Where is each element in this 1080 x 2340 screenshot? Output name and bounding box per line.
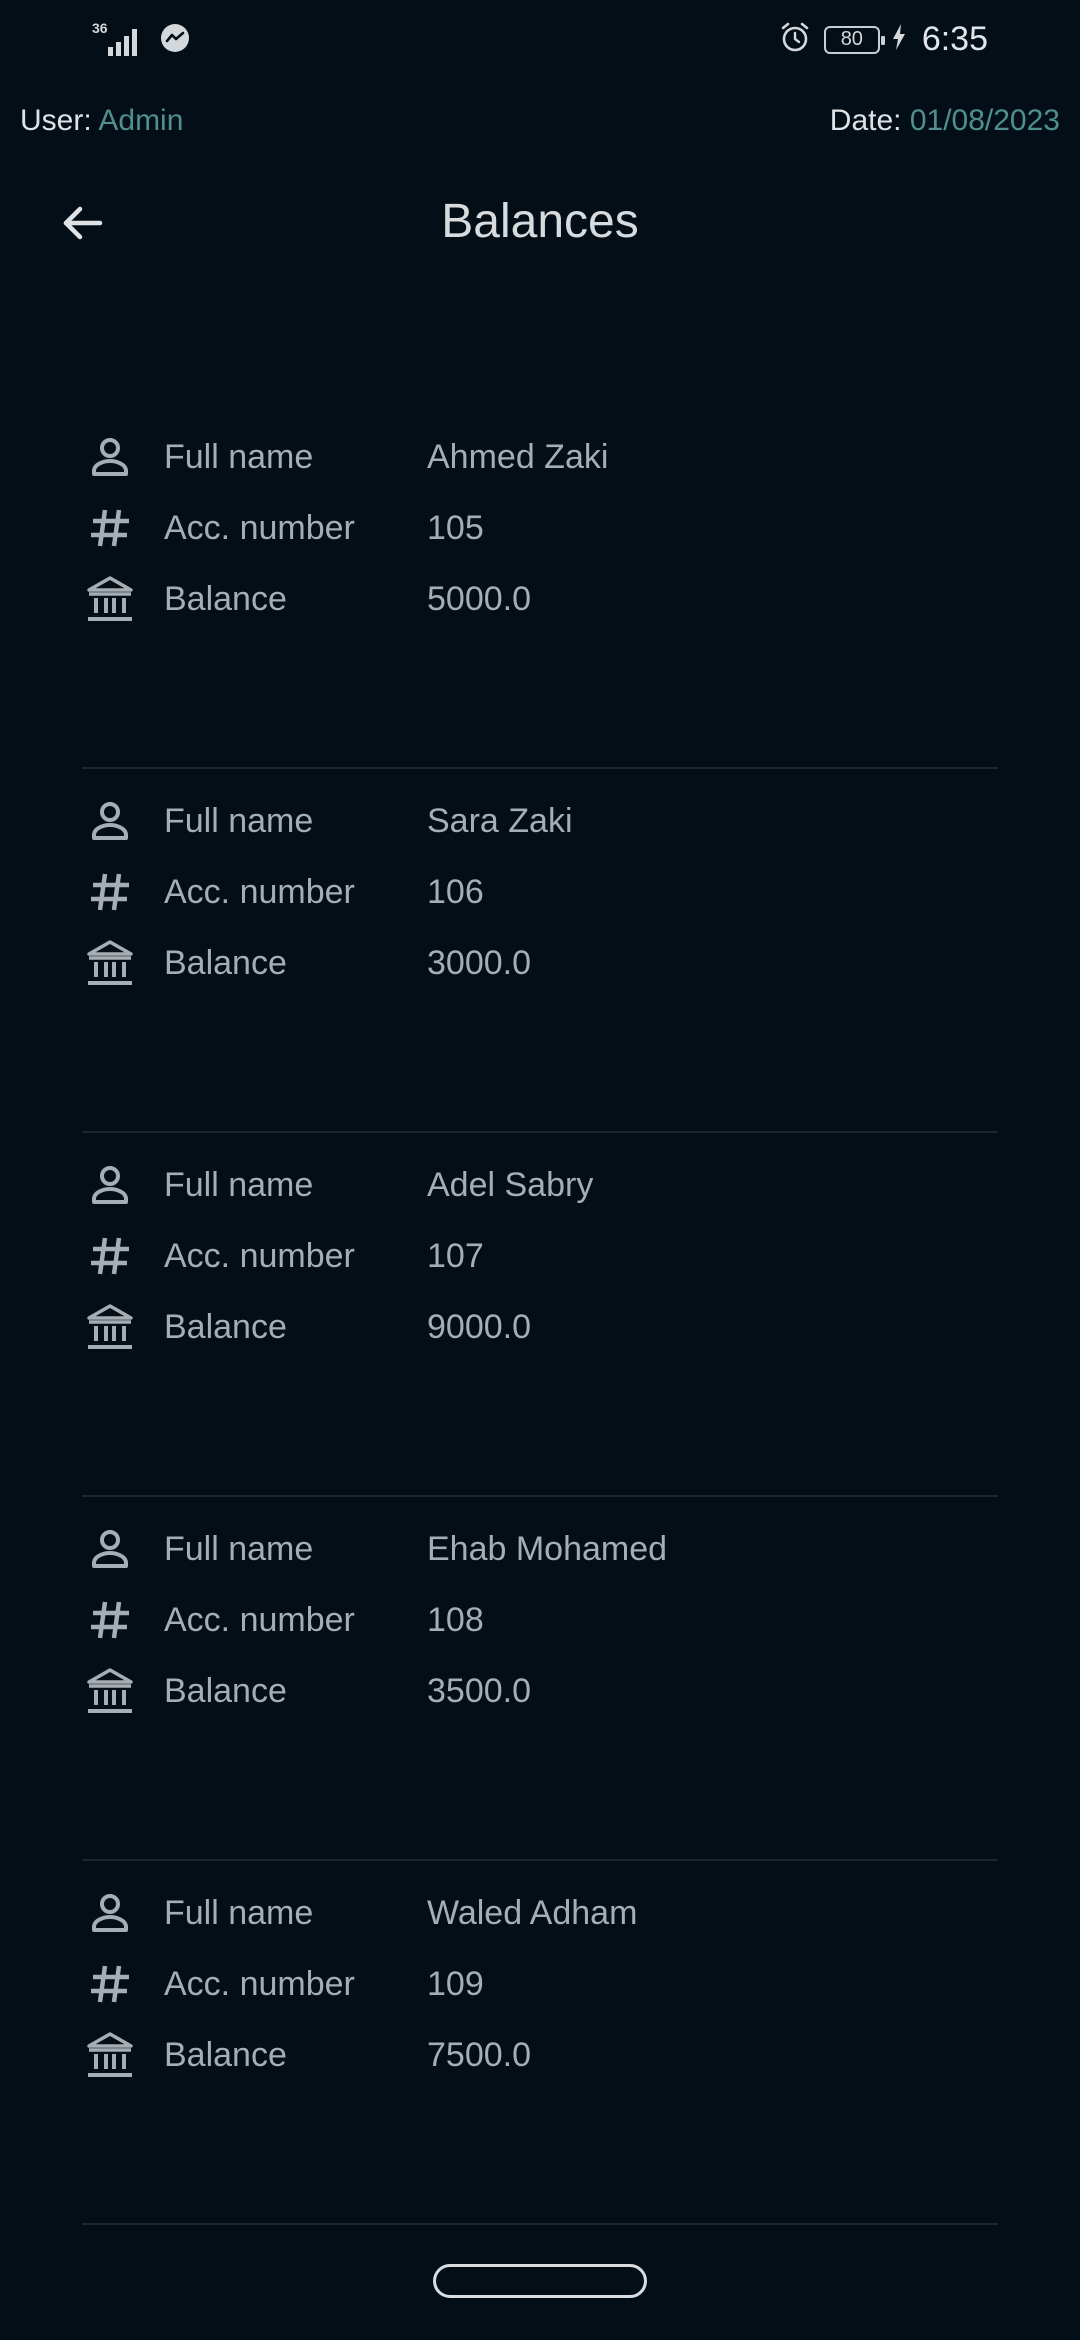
alarm-icon [778,20,812,59]
bank-icon [82,935,138,991]
status-bar-right: 80 6:35 [778,20,988,59]
balance-row: Balance 3500.0 [82,1661,998,1721]
account-number-row: Acc. number 107 [82,1226,998,1286]
hash-icon [82,864,138,920]
full-name-row: Full name Ehab Mohamed [82,1519,998,1579]
person-icon [82,1885,138,1941]
account-number-label: Acc. number [164,1600,355,1639]
full-name-label: Full name [164,801,314,840]
balance-value: 5000.0 [427,579,531,618]
balance-value: 9000.0 [427,1307,531,1346]
account-list: Full name Ahmed Zaki Acc. number 105 Bal… [82,405,998,2225]
hash-icon [82,1228,138,1284]
user-info: User: Admin [20,104,183,138]
person-icon [82,1157,138,1213]
balance-label: Balance [164,1671,287,1710]
balance-row: Balance 7500.0 [82,2025,998,2085]
status-bar: 36 80 6:35 [0,0,1080,86]
balance-label: Balance [164,1307,287,1346]
balance-label: Balance [164,579,287,618]
account-number-value: 107 [427,1236,484,1275]
page-title: Balances [441,195,639,248]
hash-icon [82,1956,138,2012]
full-name-row: Full name Sara Zaki [82,791,998,851]
home-indicator[interactable] [433,2264,647,2298]
full-name-label: Full name [164,1529,314,1568]
balance-value: 3500.0 [427,1671,531,1710]
battery-icon: 80 [823,25,885,54]
account-card[interactable]: Full name Waled Adham Acc. number 109 Ba… [82,1861,998,2225]
account-number-label: Acc. number [164,1964,355,2003]
account-number-row: Acc. number 105 [82,498,998,558]
balance-row: Balance 9000.0 [82,1297,998,1357]
session-info: User: Admin Date: 01/08/2023 [0,104,1080,152]
bank-icon [82,1663,138,1719]
account-number-row: Acc. number 106 [82,862,998,922]
account-card[interactable]: Full name Ehab Mohamed Acc. number 108 B… [82,1497,998,1861]
account-card[interactable]: Full name Sara Zaki Acc. number 106 Bala… [82,769,998,1133]
bank-icon [82,571,138,627]
balance-label: Balance [164,943,287,982]
messenger-icon [160,23,190,58]
account-number-value: 106 [427,872,484,911]
person-icon [82,1521,138,1577]
charging-icon [892,23,906,56]
balance-value: 7500.0 [427,2035,531,2074]
full-name-label: Full name [164,1165,314,1204]
balance-label: Balance [164,2035,287,2074]
full-name-value: Waled Adham [427,1893,638,1932]
bank-icon [82,1299,138,1355]
user-label: User: [20,104,92,137]
full-name-value: Ahmed Zaki [427,437,609,476]
bank-icon [82,2027,138,2083]
account-number-value: 109 [427,1964,484,2003]
battery-level: 80 [840,28,863,50]
user-value: Admin [98,104,184,137]
full-name-value: Sara Zaki [427,801,573,840]
signal-icon: 36 [92,20,146,58]
full-name-row: Full name Ahmed Zaki [82,427,998,487]
account-number-row: Acc. number 109 [82,1954,998,2014]
account-number-value: 108 [427,1600,484,1639]
account-card[interactable]: Full name Adel Sabry Acc. number 107 Bal… [82,1133,998,1497]
full-name-row: Full name Waled Adham [82,1883,998,1943]
date-label: Date: [829,104,902,137]
account-number-label: Acc. number [164,508,355,547]
hash-icon [82,1592,138,1648]
account-number-row: Acc. number 108 [82,1590,998,1650]
network-type: 36 [92,20,108,36]
full-name-row: Full name Adel Sabry [82,1155,998,1215]
account-card[interactable]: Full name Ahmed Zaki Acc. number 105 Bal… [82,405,998,769]
date-value: 01/08/2023 [909,104,1060,137]
balance-value: 3000.0 [427,943,531,982]
balance-row: Balance 3000.0 [82,933,998,993]
account-number-label: Acc. number [164,1236,355,1275]
person-icon [82,429,138,485]
full-name-label: Full name [164,1893,314,1932]
full-name-label: Full name [164,437,314,476]
hash-icon [82,500,138,556]
status-time: 6:35 [921,20,988,58]
app-bar: Balances [0,180,1080,266]
account-number-label: Acc. number [164,872,355,911]
account-number-value: 105 [427,508,484,547]
balance-row: Balance 5000.0 [82,569,998,629]
full-name-value: Adel Sabry [427,1165,594,1204]
person-icon [82,793,138,849]
status-bar-left: 36 [92,20,190,58]
full-name-value: Ehab Mohamed [427,1529,668,1568]
date-info: Date: 01/08/2023 [830,104,1060,138]
